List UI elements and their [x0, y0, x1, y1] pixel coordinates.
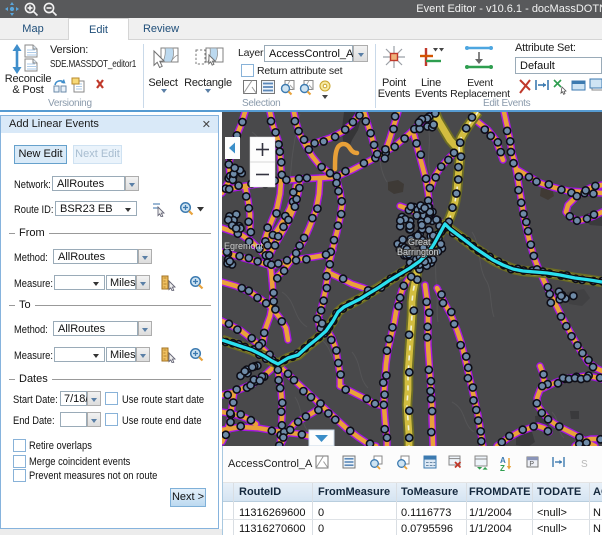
svg-text:Z: Z — [500, 464, 505, 473]
svg-text:S: S — [581, 459, 588, 470]
svg-text:Barrington: Barrington — [397, 247, 439, 257]
svg-text:P: P — [529, 461, 534, 468]
svg-text:Egremont: Egremont — [224, 241, 264, 251]
svg-text:Great: Great — [408, 237, 431, 247]
